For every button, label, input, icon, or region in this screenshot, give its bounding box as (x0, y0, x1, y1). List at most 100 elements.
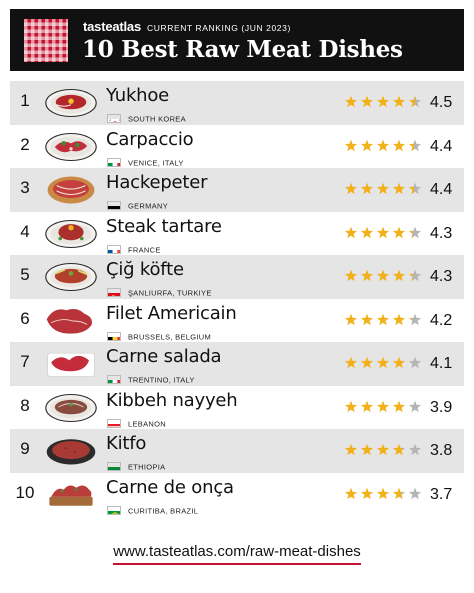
origin-label: ŞANLIURFA, TURKIYE (128, 288, 212, 298)
rank-number: 9 (20, 439, 30, 458)
rating-star-icon (360, 313, 374, 325)
dish-name[interactable]: Carne salada (106, 346, 222, 367)
star-rating (344, 400, 422, 414)
origin-label: FRANCE (128, 244, 161, 254)
rating-star-icon (408, 182, 422, 195)
rank-number: 10 (15, 482, 35, 502)
dish-name[interactable]: Kibbeh nayyeh (106, 390, 238, 411)
footer: www.tasteatlas.com/raw-meat-dishes (0, 543, 474, 565)
rating-value: 3.9 (430, 398, 453, 416)
dish-origin: TRENTINO, ITALY (107, 371, 195, 385)
italy-flag-icon (107, 157, 121, 167)
rating-value: 3.7 (430, 485, 453, 503)
dish-name[interactable]: Filet Americain (106, 303, 237, 324)
rating-star-icon (392, 269, 406, 282)
rank-number: 3 (20, 178, 30, 197)
rating-star-icon (344, 487, 358, 499)
dish-name[interactable]: Carpaccio (106, 129, 194, 150)
dish-photo[interactable] (41, 259, 101, 295)
rating-star-icon (392, 95, 406, 108)
rating-star-icon (344, 269, 358, 282)
rank-number: 5 (20, 265, 30, 284)
origin-label: TRENTINO, ITALY (128, 375, 195, 385)
brazil-flag-icon (107, 505, 121, 515)
italy-flag-icon (107, 375, 121, 385)
dish-photo[interactable] (41, 477, 101, 513)
dish-row[interactable]: 8 Kibbeh nayyeh LEBANON 3.9 (10, 386, 464, 430)
rating-star-icon (360, 487, 374, 499)
rating-star-icon (376, 313, 390, 325)
rating-value: 4.4 (430, 137, 453, 155)
star-rating (344, 226, 422, 240)
origin-label: ETHIOPIA (128, 462, 166, 472)
dish-list: 1 Yukhoe SOUTH KOREA 4.5 2 Carpaccio VENICE, I… (10, 81, 464, 516)
rank-number: 1 (20, 91, 30, 110)
dish-row[interactable]: 5 Çiğ köfte ŞANLIURFA, TURKIYE 4.3 (10, 255, 464, 299)
star-rating (344, 487, 422, 501)
dish-name[interactable]: Hackepeter (106, 172, 208, 193)
rating-star-icon (376, 487, 390, 499)
rating-star-icon (408, 313, 422, 325)
dish-photo[interactable] (41, 216, 101, 252)
south-korea-flag-icon (107, 114, 121, 124)
dish-origin: LEBANON (107, 415, 166, 428)
belgium-flag-icon (107, 331, 121, 341)
origin-label: GERMANY (128, 201, 169, 211)
rating-star-icon (360, 443, 374, 456)
dish-origin: ŞANLIURFA, TURKIYE (107, 284, 212, 298)
rating-star-icon (392, 313, 406, 325)
dish-origin: GERMANY (107, 197, 169, 211)
origin-label: CURITIBA, BRAZIL (128, 505, 199, 515)
dish-name[interactable]: Steak tartare (106, 216, 222, 237)
rating-star-icon (408, 356, 422, 369)
brand-name[interactable]: tasteatlas (83, 19, 141, 34)
dish-name[interactable]: Carne de onça (106, 477, 234, 498)
rating-star-icon (376, 356, 390, 369)
rating-star-icon (344, 139, 358, 151)
dish-photo[interactable] (41, 129, 101, 165)
website-link[interactable]: www.tasteatlas.com/raw-meat-dishes (113, 543, 361, 565)
dish-name[interactable]: Çiğ köfte (106, 259, 184, 280)
rank-number: 6 (20, 308, 30, 328)
rating-star-icon (344, 226, 358, 238)
dish-row[interactable]: 3 Hackepeter GERMANY 4.4 (10, 168, 464, 212)
star-rating (344, 95, 422, 109)
dish-photo[interactable] (41, 172, 101, 208)
star-rating (344, 182, 422, 196)
rating-star-icon (344, 95, 358, 108)
rating-star-icon (376, 400, 390, 412)
rank-number: 8 (20, 395, 30, 415)
rating-value: 3.8 (430, 442, 453, 459)
rating-star-icon (392, 400, 406, 412)
dish-photo[interactable] (41, 390, 101, 426)
dish-origin: BRUSSELS, BELGIUM (107, 328, 211, 341)
ethiopia-flag-icon (107, 462, 121, 472)
rating-star-icon (408, 139, 422, 151)
dish-row[interactable]: 10 Carne de onça CURITIBA, BRAZIL 3.7 (10, 473, 464, 517)
dish-photo[interactable] (41, 346, 101, 382)
dish-photo[interactable] (41, 303, 101, 339)
rating-value: 4.3 (430, 268, 453, 285)
dish-origin: FRANCE (107, 241, 161, 254)
dish-row[interactable]: 1 Yukhoe SOUTH KOREA 4.5 (10, 81, 464, 125)
rating-star-icon (344, 313, 358, 325)
dish-origin: VENICE, ITALY (107, 154, 184, 167)
dish-name[interactable]: Kitfo (106, 433, 146, 454)
dish-row[interactable]: 2 Carpaccio VENICE, ITALY 4.4 (10, 125, 464, 169)
rating-star-icon (392, 226, 406, 238)
turkey-flag-icon (107, 288, 121, 298)
rating-star-icon (392, 139, 406, 151)
rating-star-icon (376, 226, 390, 238)
tablecloth-logo-icon (24, 19, 68, 62)
dish-origin: SOUTH KOREA (107, 110, 186, 124)
rating-star-icon (408, 269, 422, 282)
dish-name[interactable]: Yukhoe (106, 85, 169, 106)
dish-row[interactable]: 9 Kitfo ETHIOPIA 3.8 (10, 429, 464, 473)
dish-photo[interactable] (41, 433, 101, 469)
dish-row[interactable]: 4 Steak tartare FRANCE 4.3 (10, 212, 464, 256)
dish-row[interactable]: 6 Filet Americain BRUSSELS, BELGIUM 4.2 (10, 299, 464, 343)
rating-star-icon (392, 487, 406, 499)
dish-photo[interactable] (41, 85, 101, 121)
rating-star-icon (376, 95, 390, 108)
dish-row[interactable]: 7 Carne salada TRENTINO, ITALY 4.1 (10, 342, 464, 386)
